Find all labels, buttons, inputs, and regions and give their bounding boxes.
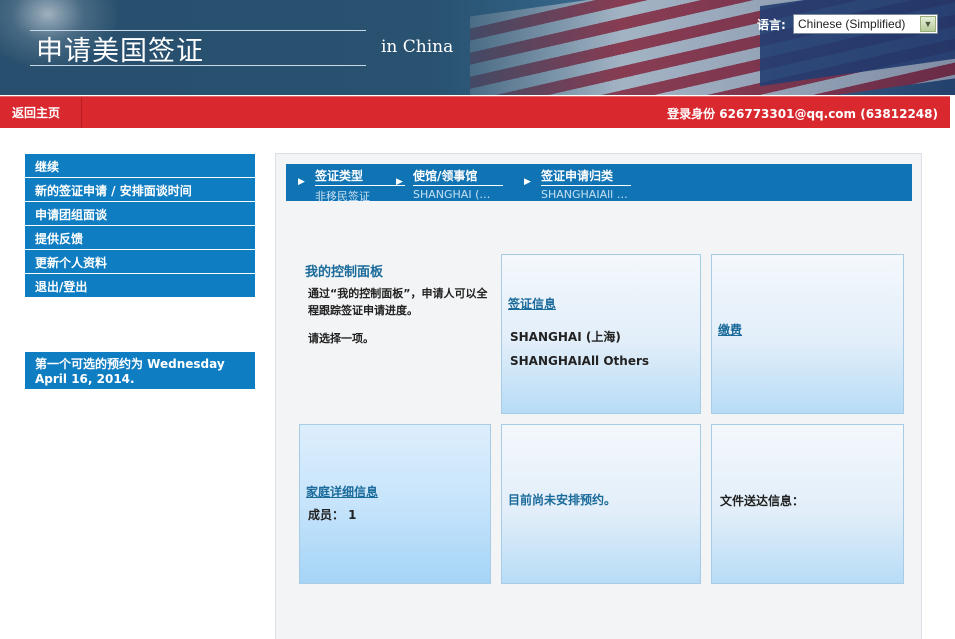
home-link[interactable]: 返回主页 — [0, 97, 82, 128]
family-details-link[interactable]: 家庭详细信息 — [306, 483, 378, 500]
breadcrumb-visa-category: ▶ 签证申请归类 SHANGHAIAll … — [524, 167, 631, 201]
sidebar-menu: 继续 新的签证申请 / 安排面谈时间 申请团组面谈 提供反馈 更新个人资料 退出… — [25, 154, 255, 298]
breadcrumb: ▶ 签证类型 非移民签证 ▶ 使馆/领事馆 SHANGHAI (… ▶ 签证申请… — [286, 164, 912, 204]
payment-link[interactable]: 缴费 — [718, 321, 742, 338]
chevron-down-icon[interactable]: ▼ — [920, 16, 936, 32]
language-selected-value: Chinese (Simplified) — [798, 17, 906, 31]
sidebar-item-group-interview[interactable]: 申请团组面谈 — [25, 202, 255, 226]
family-members-count: 成员： 1 — [308, 508, 357, 522]
site-title: 申请美国签证 — [36, 36, 204, 67]
family-details-card: 家庭详细信息 成员： 1 — [299, 424, 491, 584]
appointment-card: 目前尚未安排预约。 — [501, 424, 701, 584]
visa-info-post: SHANGHAI (上海) — [510, 330, 621, 344]
payment-card: 缴费 — [711, 254, 904, 414]
breadcrumb-visa-type: ▶ 签证类型 非移民签证 — [298, 167, 405, 204]
main-panel: ▶ 签证类型 非移民签证 ▶ 使馆/领事馆 SHANGHAI (… ▶ 签证申请… — [275, 153, 922, 639]
sidebar-item-new-application[interactable]: 新的签证申请 / 安排面谈时间 — [25, 178, 255, 202]
chevron-right-icon: ▶ — [524, 177, 531, 187]
dashboard-title: 我的控制面板 — [305, 265, 384, 280]
top-nav-bar: 返回主页 登录身份 626773301@qq.com (63812248) — [0, 96, 950, 128]
sidebar-item-update-profile[interactable]: 更新个人资料 — [25, 250, 255, 274]
sidebar-item-feedback[interactable]: 提供反馈 — [25, 226, 255, 250]
chevron-right-icon: ▶ — [396, 177, 403, 187]
visa-info-card: 签证信息 SHANGHAI (上海) SHANGHAIAll Others — [501, 254, 701, 414]
first-available-appointment-notice: 第一个可选的预约为 Wednesday April 16, 2014. — [25, 352, 255, 389]
dashboard-prompt: 请选择一项。 — [308, 332, 374, 345]
language-label: 语言: — [757, 18, 786, 32]
chevron-right-icon: ▶ — [298, 177, 305, 187]
dashboard-description: 通过“我的控制面板”，申请人可以全程跟踪签证申请进度。 — [308, 287, 488, 317]
document-delivery-info: 文件送达信息： — [720, 494, 805, 508]
appointment-status: 目前尚未安排预约。 — [508, 493, 617, 507]
breadcrumb-consulate: ▶ 使馆/领事馆 SHANGHAI (… — [396, 167, 503, 201]
sidebar-item-continue[interactable]: 继续 — [25, 154, 255, 178]
header-banner: 申请美国签证 in China 语言: Chinese (Simplified)… — [0, 0, 955, 95]
login-identity: 登录身份 626773301@qq.com (63812248) — [667, 107, 938, 121]
visa-info-link[interactable]: 签证信息 — [508, 295, 556, 312]
visa-info-category: SHANGHAIAll Others — [510, 354, 650, 368]
document-delivery-card: 文件送达信息： — [711, 424, 904, 584]
sidebar-item-logout[interactable]: 退出/登出 — [25, 274, 255, 298]
language-select[interactable]: Chinese (Simplified) ▼ — [793, 14, 938, 34]
site-subtitle: in China — [381, 37, 454, 57]
